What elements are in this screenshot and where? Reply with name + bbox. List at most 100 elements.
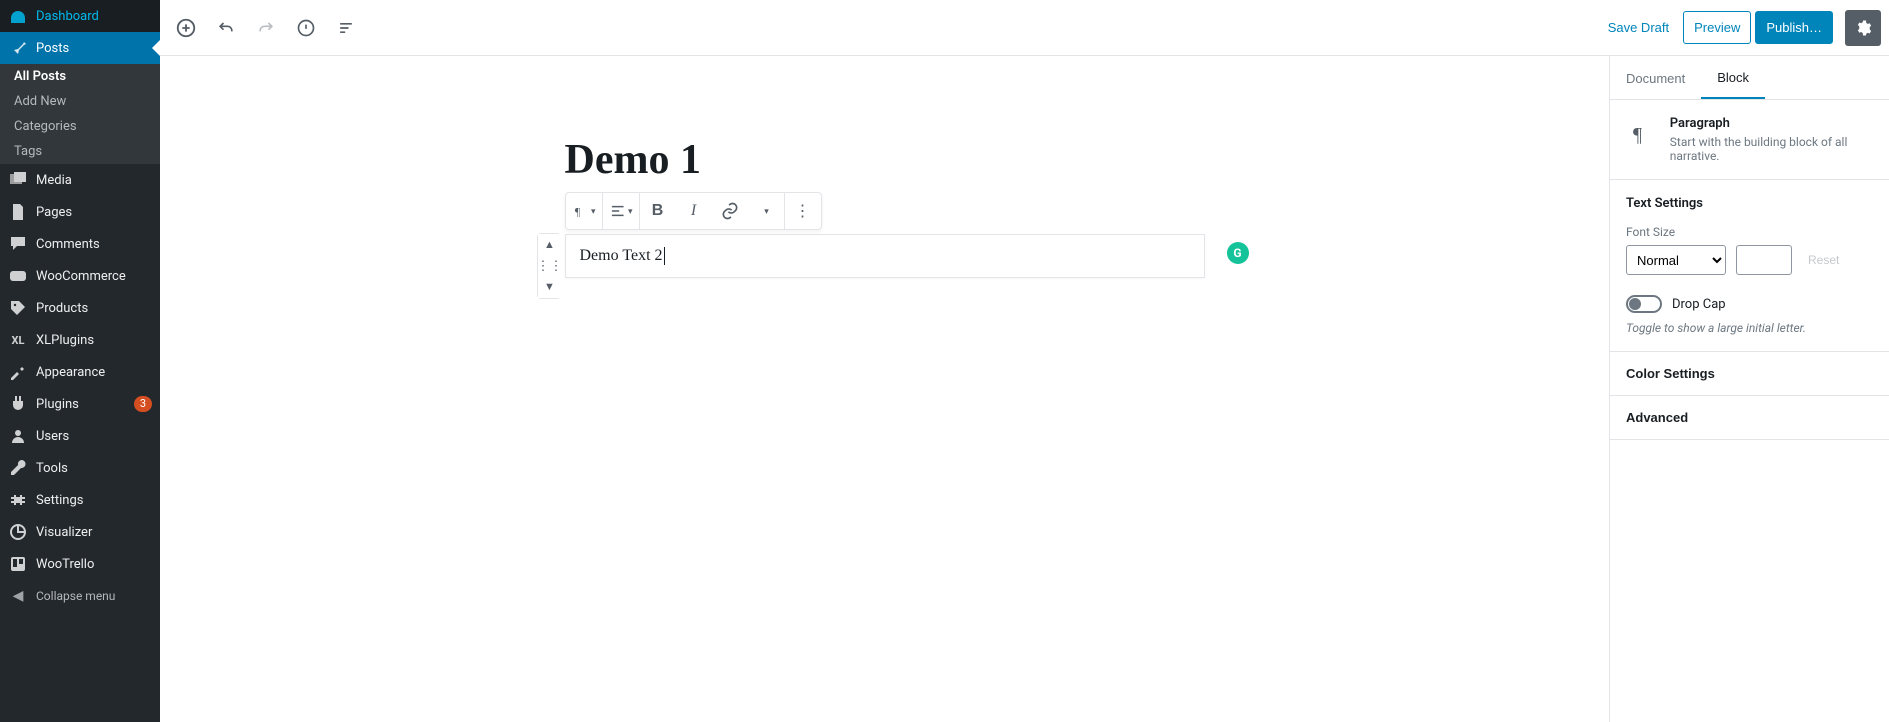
paragraph-block-wrapper: ▲ ⋮⋮ ▼ ¶ ▾ bbox=[565, 234, 1205, 278]
paragraph-block[interactable]: Demo Text 2 bbox=[565, 234, 1205, 278]
dashboard-icon bbox=[8, 6, 28, 26]
drop-cap-toggle[interactable] bbox=[1626, 295, 1662, 313]
sidebar-item-comments[interactable]: Comments bbox=[0, 228, 160, 260]
move-up-button[interactable]: ▲ bbox=[538, 234, 562, 256]
pin-icon bbox=[8, 38, 28, 58]
advanced-panel-toggle[interactable]: Advanced bbox=[1610, 396, 1889, 440]
block-card-title: Paragraph bbox=[1670, 116, 1873, 131]
sidebar-item-label: Media bbox=[36, 173, 152, 188]
sidebar-submenu-posts: All Posts Add New Categories Tags bbox=[0, 64, 160, 164]
undo-button[interactable] bbox=[208, 10, 244, 46]
font-size-custom-input[interactable] bbox=[1736, 245, 1792, 275]
sidebar-item-label: Plugins bbox=[36, 397, 126, 412]
italic-button[interactable]: I bbox=[676, 193, 712, 229]
sidebar-item-tools[interactable]: Tools bbox=[0, 452, 160, 484]
drag-handle[interactable]: ⋮⋮ bbox=[538, 256, 562, 276]
bold-button[interactable]: B bbox=[640, 193, 676, 229]
sidebar-subitem-tags[interactable]: Tags bbox=[0, 139, 160, 164]
content-structure-button[interactable] bbox=[288, 10, 324, 46]
sidebar-item-products[interactable]: Products bbox=[0, 292, 160, 324]
editor-canvas[interactable]: Demo 1 ▲ ⋮⋮ ▼ ¶ ▾ bbox=[160, 56, 1609, 722]
text-settings-section: Text Settings Font Size Normal Reset Dro… bbox=[1610, 180, 1889, 352]
tools-icon bbox=[8, 458, 28, 478]
grammarly-icon[interactable]: G bbox=[1227, 242, 1249, 264]
block-toolbar: ¶ ▾ ▾ B I bbox=[565, 192, 822, 230]
sidebar-item-label: Posts bbox=[36, 41, 152, 56]
collapse-menu-button[interactable]: ◀ Collapse menu bbox=[0, 580, 160, 612]
sidebar-item-xlplugins[interactable]: XL XLPlugins bbox=[0, 324, 160, 356]
font-size-reset-button[interactable]: Reset bbox=[1802, 252, 1845, 268]
sidebar-item-label: Appearance bbox=[36, 365, 152, 380]
sidebar-item-wootrello[interactable]: WooTrello bbox=[0, 548, 160, 580]
font-size-label: Font Size bbox=[1626, 225, 1873, 239]
settings-icon bbox=[8, 490, 28, 510]
block-more-options-button[interactable]: ⋮ bbox=[785, 193, 821, 229]
change-block-type-button[interactable]: ¶ ▾ bbox=[566, 193, 602, 229]
comments-icon bbox=[8, 234, 28, 254]
svg-text:¶: ¶ bbox=[574, 205, 580, 218]
sidebar-item-pages[interactable]: Pages bbox=[0, 196, 160, 228]
editor-main: Save Draft Preview Publish… Demo 1 ▲ ⋮⋮ … bbox=[160, 0, 1889, 722]
sidebar-item-label: Settings bbox=[36, 493, 152, 508]
svg-text:¶: ¶ bbox=[1633, 124, 1642, 146]
font-size-select[interactable]: Normal bbox=[1626, 245, 1726, 275]
redo-button[interactable] bbox=[248, 10, 284, 46]
visualizer-icon bbox=[8, 522, 28, 542]
collapse-label: Collapse menu bbox=[36, 589, 152, 603]
pages-icon bbox=[8, 202, 28, 222]
inspector-sidebar: Document Block ¶ Paragraph Start with th… bbox=[1609, 56, 1889, 722]
admin-sidebar: Dashboard Posts All Posts Add New Catego… bbox=[0, 0, 160, 722]
block-navigation-button[interactable] bbox=[328, 10, 364, 46]
sidebar-item-label: Tools bbox=[36, 461, 152, 476]
sidebar-item-woocommerce[interactable]: WooCommerce bbox=[0, 260, 160, 292]
editor-topbar: Save Draft Preview Publish… bbox=[160, 0, 1889, 56]
sidebar-item-appearance[interactable]: Appearance bbox=[0, 356, 160, 388]
sidebar-item-plugins[interactable]: Plugins 3 bbox=[0, 388, 160, 420]
tab-block[interactable]: Block bbox=[1701, 56, 1765, 99]
block-mover: ▲ ⋮⋮ ▼ bbox=[537, 233, 561, 299]
sidebar-item-label: Products bbox=[36, 301, 152, 316]
add-block-button[interactable] bbox=[168, 10, 204, 46]
post-title[interactable]: Demo 1 bbox=[565, 136, 1205, 184]
link-button[interactable] bbox=[712, 193, 748, 229]
text-cursor bbox=[664, 247, 665, 265]
sidebar-subitem-all-posts[interactable]: All Posts bbox=[0, 64, 160, 89]
drop-cap-hint: Toggle to show a large initial letter. bbox=[1626, 321, 1873, 335]
sidebar-item-label: Comments bbox=[36, 237, 152, 252]
text-settings-heading: Text Settings bbox=[1626, 196, 1873, 211]
sidebar-item-label: WooCommerce bbox=[36, 269, 152, 284]
sidebar-subitem-categories[interactable]: Categories bbox=[0, 114, 160, 139]
sidebar-item-label: Visualizer bbox=[36, 525, 152, 540]
save-draft-button[interactable]: Save Draft bbox=[1598, 11, 1679, 44]
tab-document[interactable]: Document bbox=[1610, 56, 1701, 99]
paragraph-text: Demo Text 2 bbox=[580, 247, 663, 264]
collapse-icon: ◀ bbox=[8, 586, 28, 606]
appearance-icon bbox=[8, 362, 28, 382]
sidebar-item-label: WooTrello bbox=[36, 557, 152, 572]
sidebar-item-label: XLPlugins bbox=[36, 333, 152, 348]
preview-button[interactable]: Preview bbox=[1683, 11, 1751, 44]
align-button[interactable]: ▾ bbox=[603, 193, 639, 229]
move-down-button[interactable]: ▼ bbox=[538, 276, 562, 298]
sidebar-item-media[interactable]: Media bbox=[0, 164, 160, 196]
sidebar-item-users[interactable]: Users bbox=[0, 420, 160, 452]
inspector-tabs: Document Block bbox=[1610, 56, 1889, 100]
publish-button[interactable]: Publish… bbox=[1755, 11, 1833, 44]
color-settings-panel-toggle[interactable]: Color Settings bbox=[1610, 352, 1889, 396]
plugins-icon bbox=[8, 394, 28, 414]
block-card-section: ¶ Paragraph Start with the building bloc… bbox=[1610, 100, 1889, 180]
paragraph-icon: ¶ bbox=[1626, 116, 1658, 152]
wootrello-icon bbox=[8, 554, 28, 574]
more-rich-text-button[interactable]: ▾ bbox=[748, 193, 784, 229]
sidebar-item-label: Pages bbox=[36, 205, 152, 220]
settings-gear-button[interactable] bbox=[1845, 10, 1881, 46]
woo-icon bbox=[8, 266, 28, 286]
sidebar-item-visualizer[interactable]: Visualizer bbox=[0, 516, 160, 548]
sidebar-subitem-add-new[interactable]: Add New bbox=[0, 89, 160, 114]
xl-icon: XL bbox=[8, 330, 28, 350]
sidebar-item-posts[interactable]: Posts bbox=[0, 32, 160, 64]
users-icon bbox=[8, 426, 28, 446]
sidebar-item-settings[interactable]: Settings bbox=[0, 484, 160, 516]
sidebar-item-dashboard[interactable]: Dashboard bbox=[0, 0, 160, 32]
plugins-update-badge: 3 bbox=[134, 396, 152, 412]
